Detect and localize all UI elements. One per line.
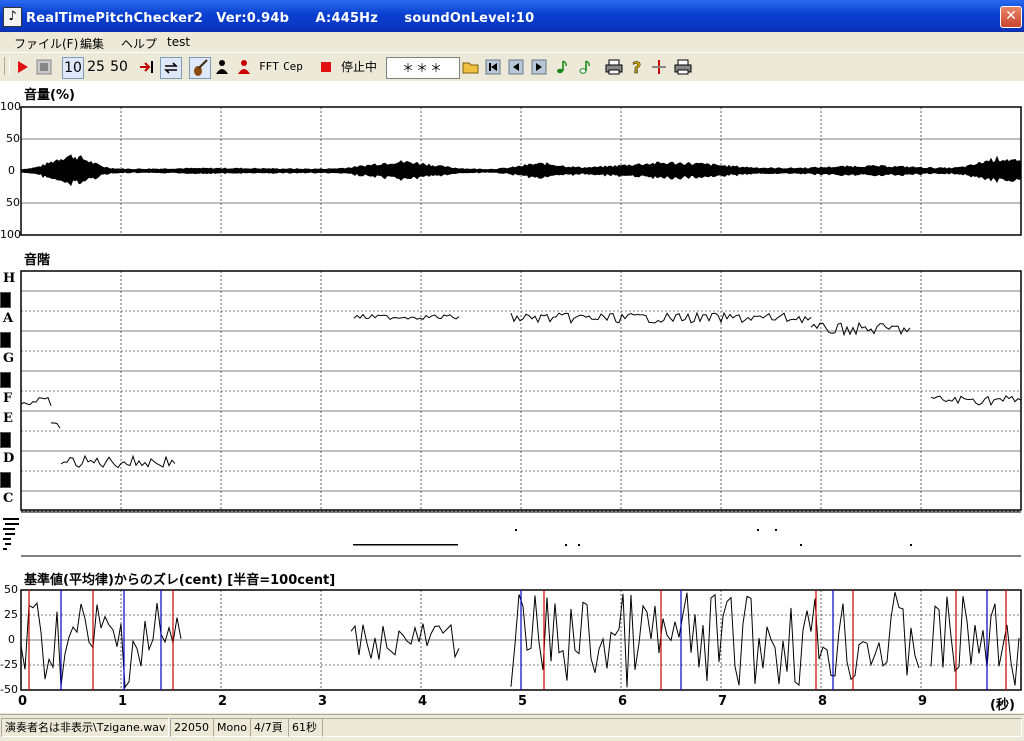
folder-icon — [462, 62, 479, 74]
loop-icon — [164, 62, 178, 74]
marker-button[interactable] — [650, 57, 668, 77]
status-rate: 22050 — [170, 718, 214, 737]
status-bar: 演奏者名は非表示\Tzigane.wav 22050 Mono 4/7頁 61秒 — [0, 714, 1024, 741]
music-note-icon — [557, 60, 567, 74]
toolbar: 10 25 50 FFT Cep 停止中 ＊＊＊ ? — [0, 52, 1024, 82]
printer-alt-icon — [674, 59, 692, 75]
close-button[interactable]: ✕ — [1000, 6, 1022, 28]
display-field: ＊＊＊ — [386, 57, 460, 79]
prev-page-button[interactable] — [507, 57, 525, 77]
prev-page-icon — [508, 59, 524, 75]
skip-end-button[interactable] — [137, 57, 157, 77]
menu-help[interactable]: ヘルプ — [121, 35, 157, 52]
help-question-icon: ? — [632, 58, 642, 77]
title-bar: ♪ RealTimePitchChecker2 Ver:0.94b A:445H… — [0, 0, 1024, 32]
status-file: 演奏者名は非表示\Tzigane.wav — [1, 718, 169, 737]
record-button[interactable] — [318, 57, 334, 77]
menu-bar: ファイル(F) 編集 ヘルプ test — [0, 32, 1024, 52]
person-red-icon — [238, 60, 250, 74]
menu-file[interactable]: ファイル(F) — [14, 35, 78, 52]
stop-icon — [36, 59, 52, 75]
window-title: RealTimePitchChecker2 Ver:0.94b A:445Hz … — [26, 11, 535, 26]
crosshair-icon — [652, 60, 666, 74]
note-next-button[interactable] — [576, 57, 594, 77]
violin-icon — [194, 59, 208, 76]
next-page-icon — [531, 59, 547, 75]
window-10-button[interactable]: 10 — [62, 57, 84, 79]
window-25-button[interactable]: 25 — [86, 57, 106, 77]
status-indicator: 停止中 — [340, 60, 377, 74]
person-red-button[interactable] — [234, 57, 254, 77]
status-duration: 61秒 — [288, 718, 323, 737]
open-folder-button[interactable] — [461, 57, 481, 77]
pitch-panel — [20, 270, 1022, 512]
volume-panel — [20, 106, 1022, 236]
violin-button[interactable] — [189, 57, 211, 79]
cent-panel — [20, 589, 1022, 691]
play-button[interactable] — [12, 57, 32, 77]
play-icon — [18, 61, 28, 73]
note-prev-button[interactable] — [553, 57, 571, 77]
music-note-outline-icon — [579, 60, 590, 74]
first-page-icon — [485, 59, 501, 75]
printer-icon — [605, 59, 623, 75]
next-page-button[interactable] — [530, 57, 548, 77]
note-event-strip — [3, 511, 1021, 557]
app-icon: ♪ — [3, 7, 22, 27]
toolbar-grip — [4, 57, 10, 75]
skip-arrow-icon — [140, 61, 153, 73]
menu-test[interactable]: test — [167, 35, 190, 49]
plot-canvas[interactable] — [0, 81, 1024, 713]
first-page-button[interactable] — [484, 57, 502, 77]
fft-button[interactable]: FFT — [258, 57, 280, 77]
status-channels: Mono — [213, 718, 251, 737]
main-panel: 音量(%) 音階 基準値(平均律)からのズレ(cent) [半音=100cent… — [0, 81, 1024, 713]
print-alt-button[interactable] — [673, 57, 693, 77]
help-button[interactable]: ? — [628, 57, 646, 77]
status-empty — [322, 718, 1022, 737]
menu-edit[interactable]: 編集 — [80, 35, 104, 52]
window-50-button[interactable]: 50 — [109, 57, 129, 77]
person-button[interactable] — [212, 57, 232, 77]
person-icon — [216, 60, 228, 74]
loop-button[interactable] — [160, 57, 182, 79]
record-icon — [321, 62, 331, 72]
status-page: 4/7頁 — [250, 718, 289, 737]
stop-button[interactable] — [34, 57, 54, 77]
svg-text:?: ? — [632, 58, 641, 77]
print-button[interactable] — [604, 57, 624, 77]
cep-button[interactable]: Cep — [282, 57, 304, 77]
